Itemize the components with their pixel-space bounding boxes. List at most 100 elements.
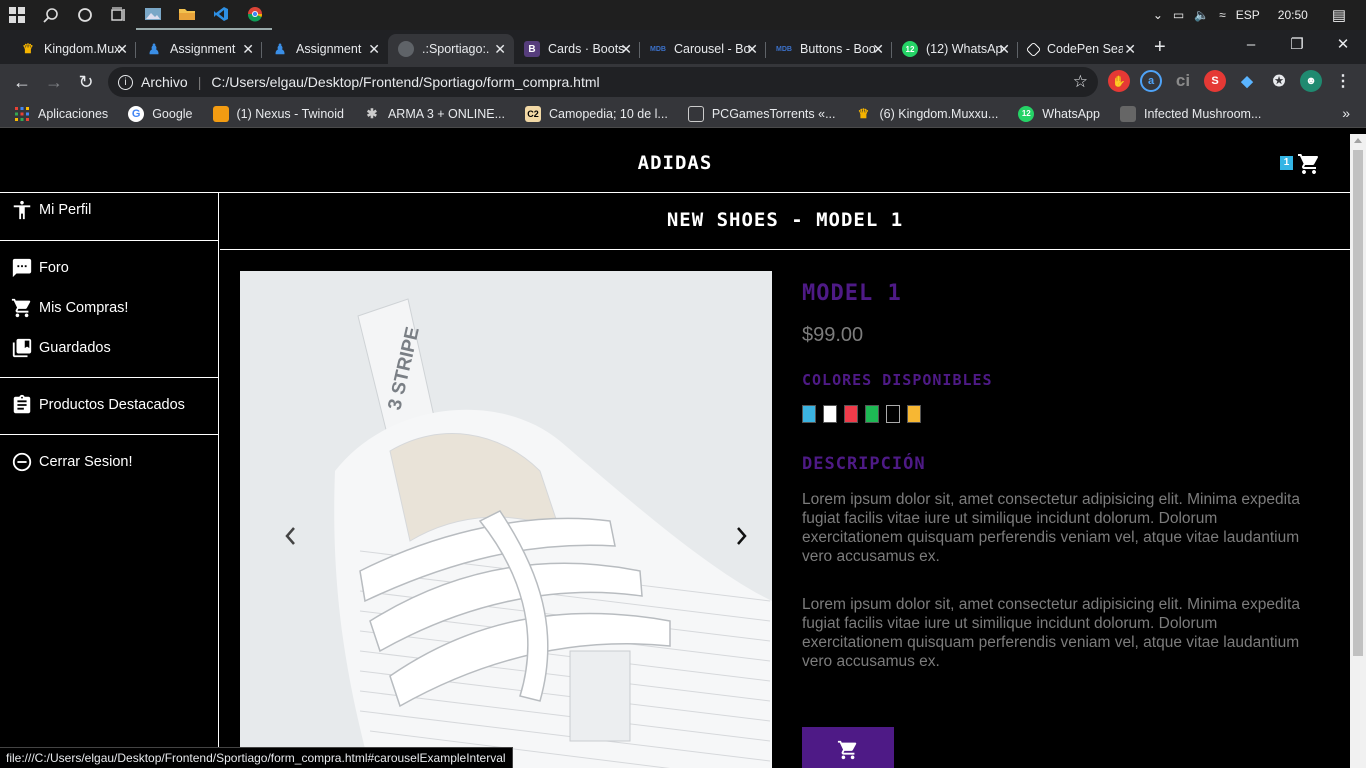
bookmark-label: (1) Nexus - Twinoid [236, 106, 344, 121]
reload-button[interactable]: ↻ [74, 70, 98, 94]
bookmark-infected-mushroom[interactable]: Infected Mushroom... [1119, 105, 1261, 122]
cart-icon[interactable] [1297, 152, 1321, 181]
chrome-taskbar-icon[interactable] [238, 0, 272, 30]
color-swatch-yellow[interactable] [907, 405, 921, 423]
tab-carousel[interactable]: MDB Carousel - Bootstrap ✕ [640, 34, 766, 64]
amazon-assistant-icon[interactable]: a [1140, 70, 1162, 92]
sidebar-item-mis-compras[interactable]: Mis Compras! [0, 293, 219, 323]
search-icon[interactable] [34, 0, 68, 30]
sidebar-item-productos-destacados[interactable]: Productos Destacados [0, 390, 219, 420]
close-icon[interactable]: ✕ [746, 41, 758, 58]
heading-divider [220, 249, 1350, 250]
close-icon[interactable]: ✕ [116, 41, 128, 58]
puzzle-extensions-icon[interactable]: ✪ [1268, 70, 1290, 92]
ci-extension-icon[interactable]: ci [1172, 70, 1194, 92]
product-description-1: Lorem ipsum dolor sit, amet consectetur … [802, 491, 1300, 565]
s-extension-icon[interactable]: S [1204, 70, 1226, 92]
bookmark-label: PCGamesTorrents «... [711, 106, 836, 121]
color-swatch-white[interactable] [823, 405, 837, 423]
sidebar-item-cerrar-sesion[interactable]: Cerrar Sesion! [0, 447, 219, 477]
more-bookmarks-icon[interactable]: » [1342, 105, 1350, 121]
product-description-2: Lorem ipsum dolor sit, amet consectetur … [802, 596, 1300, 670]
language-indicator[interactable]: ESP [1236, 8, 1260, 22]
cortana-icon[interactable] [68, 0, 102, 30]
tab-kingdom[interactable]: ♛ Kingdom.Muxxu ✕ [10, 34, 136, 64]
windows-start-icon[interactable] [0, 0, 34, 30]
color-swatch-red[interactable] [844, 405, 858, 423]
cart-count-badge: 1 [1280, 156, 1293, 170]
task-view-icon[interactable] [102, 0, 136, 30]
close-window-button[interactable]: ✕ [1320, 30, 1366, 60]
close-icon[interactable]: ✕ [368, 41, 380, 58]
forward-button[interactable]: → [42, 70, 66, 94]
product-carousel[interactable]: 3 STRIPE [240, 271, 772, 768]
notifications-icon[interactable]: ▤ [1332, 6, 1346, 24]
tab-buttons[interactable]: MDB Buttons - Bootstrap ✕ [766, 34, 892, 64]
tab-cards-bootstrap[interactable]: B Cards · Bootstrap ✕ [514, 34, 640, 64]
scrollbar-thumb[interactable] [1353, 150, 1363, 656]
bookmark-whatsapp[interactable]: 12 WhatsApp [1018, 105, 1100, 122]
bookmark-nexus[interactable]: (1) Nexus - Twinoid [212, 105, 344, 122]
close-icon[interactable]: ✕ [1124, 41, 1136, 58]
page-scrollbar[interactable] [1350, 134, 1366, 768]
restore-button[interactable]: ❐ [1274, 30, 1320, 60]
bookmarks-bar: Aplicaciones G Google (1) Nexus - Twinoi… [0, 100, 1366, 128]
window-controls: – ❐ ✕ [1228, 30, 1366, 60]
carousel-prev-button[interactable] [280, 521, 300, 556]
vscode-icon[interactable] [204, 0, 238, 30]
tab-assignment-2[interactable]: ♟ Assignment ✕ [262, 34, 388, 64]
volume-icon[interactable]: 🔈 [1194, 8, 1209, 22]
new-tab-button[interactable]: + [1154, 36, 1166, 59]
tab-whatsapp[interactable]: 12 (12) WhatsApp ✕ [892, 34, 1018, 64]
bookmark-kingdom[interactable]: ♛ (6) Kingdom.Muxxu... [856, 106, 999, 122]
wifi-icon[interactable]: ≈ [1219, 8, 1226, 22]
menu-kebab-icon[interactable]: ⋮ [1332, 70, 1354, 92]
tab-sportiago[interactable]: .:Sportiago:. ✕ [388, 34, 514, 64]
person-icon: ♟ [147, 40, 161, 57]
sidebar-divider [0, 434, 219, 435]
sidebar-item-guardados[interactable]: Guardados [0, 333, 219, 363]
security-label[interactable]: Archivo [141, 74, 188, 90]
clock[interactable]: 20:50 [1278, 8, 1308, 22]
sidebar-item-foro[interactable]: Foro [0, 253, 219, 283]
close-icon[interactable]: ✕ [242, 41, 254, 58]
tab-codepen[interactable]: CodePen Search ✕ [1018, 34, 1144, 64]
adblock-icon[interactable]: ✋ [1108, 70, 1130, 92]
close-icon[interactable]: ✕ [494, 41, 506, 58]
info-icon[interactable]: i [118, 74, 133, 90]
battery-icon[interactable]: ▭ [1173, 8, 1184, 22]
bookmark-label: (6) Kingdom.Muxxu... [879, 106, 999, 121]
color-swatch-green[interactable] [865, 405, 879, 423]
back-button[interactable]: ← [10, 70, 34, 94]
system-tray: ⌄ ▭ 🔈 ≈ ESP 20:50 ▤ [1153, 0, 1366, 30]
color-swatch-black[interactable] [886, 405, 900, 423]
url-text[interactable]: C:/Users/elgau/Desktop/Frontend/Sportiag… [211, 74, 599, 90]
diamond-extension-icon[interactable]: ◆ [1236, 70, 1258, 92]
bookmark-camopedia[interactable]: C2 Camopedia; 10 de l... [525, 105, 668, 122]
chevron-up-icon[interactable]: ⌄ [1153, 8, 1163, 22]
bookmark-apps[interactable]: Aplicaciones [14, 106, 108, 122]
close-icon[interactable]: ✕ [620, 41, 632, 58]
close-icon[interactable]: ✕ [998, 41, 1010, 58]
color-swatch-blue[interactable] [802, 405, 816, 423]
bootstrap-icon: B [524, 41, 540, 57]
mdb-icon: MDB [776, 45, 792, 53]
minimize-button[interactable]: – [1228, 30, 1274, 60]
sidebar-item-mi-perfil[interactable]: Mi Perfil [0, 195, 219, 225]
add-to-cart-button[interactable] [802, 727, 894, 768]
scroll-up-arrow-icon[interactable] [1354, 138, 1362, 143]
address-bar[interactable]: i Archivo | C:/Users/elgau/Desktop/Front… [108, 67, 1098, 97]
profile-avatar[interactable]: ☻ [1300, 70, 1322, 92]
tab-title: (12) WhatsApp [926, 42, 1002, 56]
photos-app-icon[interactable] [136, 0, 170, 30]
tab-title: CodePen Search [1047, 42, 1123, 56]
bookmark-star-icon[interactable]: ☆ [1073, 72, 1088, 92]
bookmark-google[interactable]: G Google [128, 105, 193, 122]
bookmark-arma[interactable]: ✱ ARMA 3 + ONLINE... [364, 106, 506, 122]
brand-title[interactable]: ADIDAS [0, 152, 1350, 174]
carousel-next-button[interactable] [732, 521, 752, 556]
tab-assignment-1[interactable]: ♟ Assignment ✕ [136, 34, 262, 64]
bookmark-pcgames[interactable]: PCGamesTorrents «... [687, 105, 836, 122]
close-icon[interactable]: ✕ [872, 41, 884, 58]
file-explorer-icon[interactable] [170, 0, 204, 30]
